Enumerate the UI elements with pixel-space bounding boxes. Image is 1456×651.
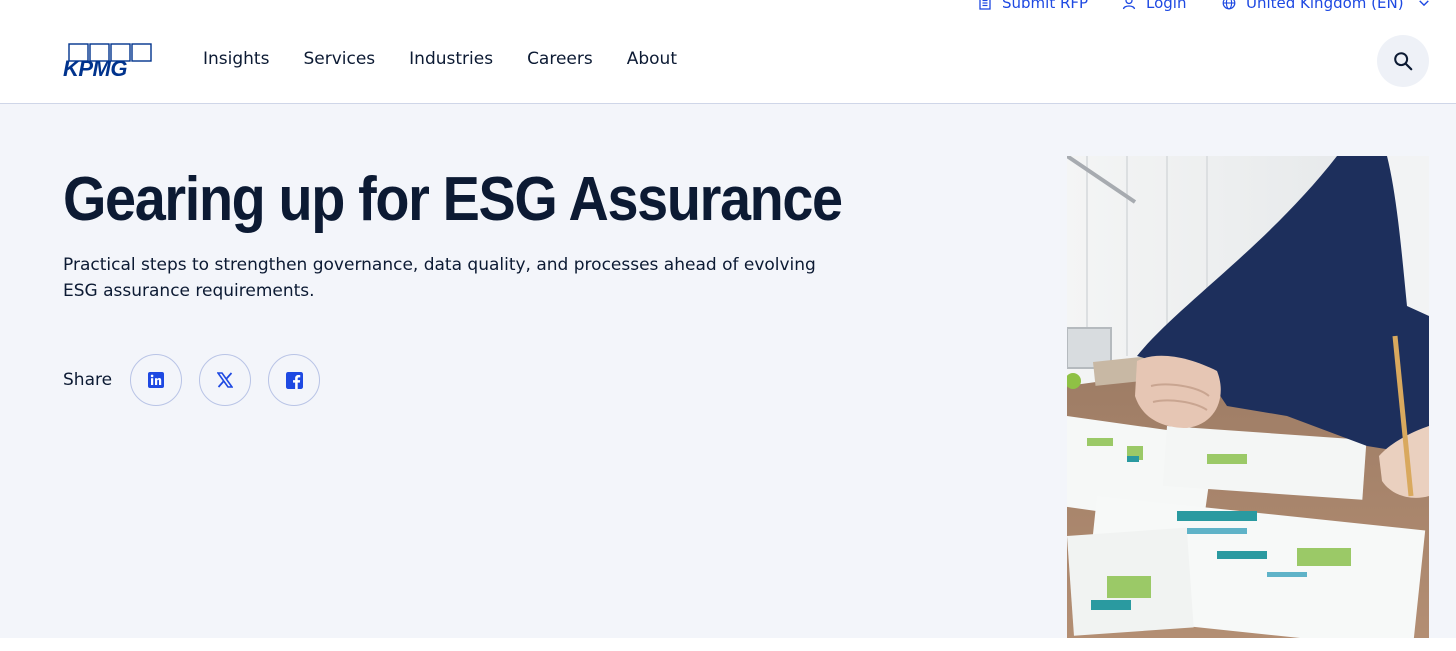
document-icon (979, 0, 991, 10)
globe-icon (1222, 0, 1236, 10)
submit-rfp-label: Submit RFP (1002, 0, 1089, 12)
page-body-start (0, 638, 1456, 651)
region-label: United Kingdom (EN) (1246, 0, 1404, 12)
nav-careers[interactable]: Careers (527, 49, 593, 69)
hero-photo-illustration (1067, 156, 1429, 638)
page-title: Gearing up for ESG Assurance (63, 165, 843, 234)
login-label: Login (1146, 0, 1187, 12)
submit-rfp-link[interactable]: Submit RFP (978, 0, 1088, 12)
share-facebook-button[interactable] (268, 354, 321, 406)
share-bar: Share (63, 354, 337, 406)
share-linkedin-button[interactable] (130, 354, 183, 406)
share-label: Share (63, 370, 113, 390)
linkedin-icon (148, 372, 165, 388)
facebook-icon (285, 371, 303, 389)
search-button[interactable] (1377, 35, 1429, 87)
region-selector[interactable]: United Kingdom (EN) (1222, 0, 1430, 12)
nav-about[interactable]: About (627, 49, 677, 69)
nav-industries[interactable]: Industries (409, 49, 493, 69)
user-icon (1122, 0, 1136, 10)
nav-services[interactable]: Services (303, 49, 375, 69)
page-subtitle: Practical steps to strengthen governance… (63, 255, 816, 301)
site-header: KPMG Insights Services Industries Career… (0, 0, 1456, 104)
kpmg-logo[interactable]: KPMG (63, 43, 153, 79)
search-icon (1394, 52, 1413, 71)
nav-insights[interactable]: Insights (203, 49, 269, 69)
share-x-button[interactable] (199, 354, 252, 406)
hero-photo (1067, 156, 1429, 638)
chevron-down-icon (1418, 0, 1429, 7)
svg-text:KPMG: KPMG (63, 56, 127, 79)
hero-section: Gearing up for ESG Assurance Practical s… (0, 104, 1456, 638)
main-nav: Insights Services Industries Careers Abo… (203, 49, 711, 69)
x-icon (217, 372, 234, 388)
login-link[interactable]: Login (1122, 0, 1186, 12)
